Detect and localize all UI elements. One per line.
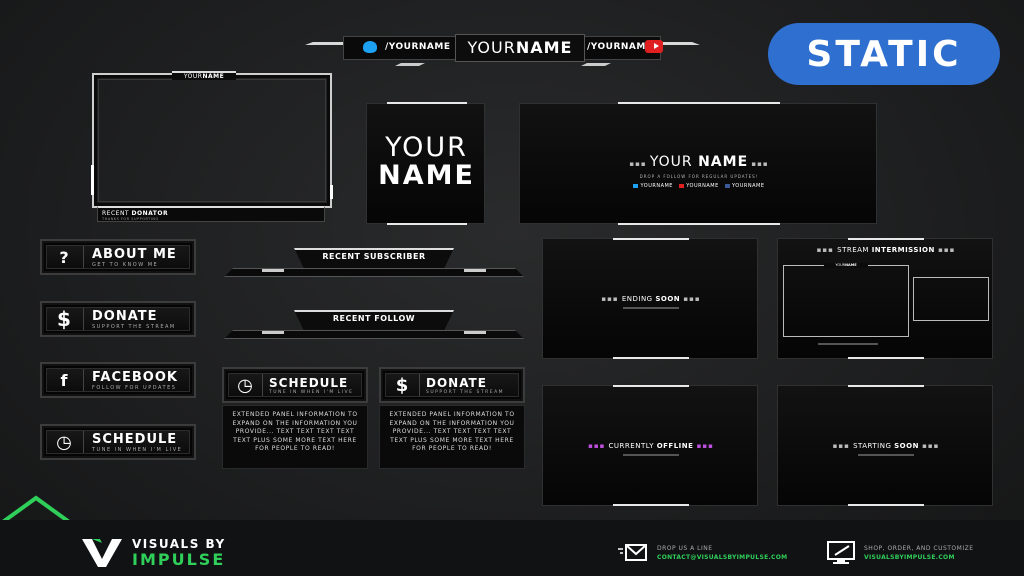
panel-title: DONATE <box>426 375 487 390</box>
recent-donator-sub: THANKS FOR SUPPORTING <box>102 217 159 221</box>
panel-title: SCHEDULE <box>92 431 178 447</box>
alert-label: RECENT SUBSCRIBER <box>322 252 426 261</box>
scene-ending-soon: ▪▪▪ ENDING SOON ▪▪▪ <box>542 238 758 359</box>
top-left-handle: /YOURNAME <box>385 42 451 52</box>
recent-donator-bold: DONATOR <box>131 210 169 217</box>
webcam-name-tab: YOURNAME <box>172 71 236 80</box>
banner-social-facebook: YOURNAME <box>732 183 765 189</box>
alert-recent-subscriber: RECENT SUBSCRIBER <box>224 248 524 282</box>
scene-starting-light: STARTING <box>853 442 892 450</box>
facebook-icon: f <box>60 370 68 390</box>
static-badge-label: STATIC <box>806 33 962 75</box>
chevron-deco <box>581 63 611 66</box>
alert-label: RECENT FOLLOW <box>332 314 416 323</box>
recent-donator-light: RECENT <box>102 210 130 217</box>
socials-line-deco <box>623 454 679 456</box>
panel-subtitle: SUPPORT THE STREAM <box>426 389 505 395</box>
impulse-logo-icon <box>82 539 122 567</box>
recent-donator-bar: RECENT DONATOR THANKS FOR SUPPORTING <box>97 206 325 222</box>
dots-deco: ▪▪▪ <box>629 160 650 168</box>
scene-intermission: ▪▪▪ STREAM INTERMISSION ▪▪▪ YOURNAME <box>777 238 993 359</box>
webcam-name-bold: NAME <box>202 73 225 80</box>
intermission-cam-light: YOUR <box>835 263 846 267</box>
panel-donate: $ DONATE SUPPORT THE STREAM <box>40 301 196 337</box>
brand-text: VISUALS BY IMPULSE <box>132 538 226 569</box>
contact-value[interactable]: CONTACT@VISUALSBYIMPULSE.COM <box>657 554 787 561</box>
panel-title: SCHEDULE <box>269 375 349 390</box>
extended-panel-schedule: ◷ SCHEDULE TUNE IN WHEN I'M LIVE EXTENDE… <box>222 367 368 469</box>
scene-intermission-light: STREAM <box>837 246 869 254</box>
banner-social-twitter: YOURNAME <box>640 183 673 189</box>
scene-offline-bold: OFFLINE <box>656 442 694 450</box>
panel-title: ABOUT ME <box>92 246 177 262</box>
banner-scene: ▪▪▪ YOUR NAME ▪▪▪ DROP A FOLLOW FOR REGU… <box>519 102 877 225</box>
scene-intermission-bold: INTERMISSION <box>871 246 935 254</box>
scene-starting-bold: SOON <box>894 442 919 450</box>
mail-icon <box>618 543 648 563</box>
panel-schedule: ◷ SCHEDULE TUNE IN WHEN I'M LIVE <box>40 424 196 460</box>
brand-logo <box>82 537 122 567</box>
scene-offline-light: CURRENTLY <box>608 442 654 450</box>
socials-line-deco <box>623 307 679 309</box>
scene-ending-bold: SOON <box>655 295 681 303</box>
scene-ending-light: ENDING <box>621 295 653 303</box>
youtube-play-icon <box>654 43 659 49</box>
top-right-handle: /YOURNAME <box>587 42 653 52</box>
panel-subtitle: FOLLOW FOR UPDATES <box>92 384 177 391</box>
intermission-side-cam <box>913 277 989 321</box>
alert-recent-follow: RECENT FOLLOW <box>224 310 524 344</box>
panel-title: DONATE <box>92 308 158 324</box>
top-name-bold: NAME <box>515 38 573 57</box>
panel-facebook: f FACEBOOK FOLLOW FOR UPDATES <box>40 362 196 398</box>
extended-panel-donate: $ DONATE SUPPORT THE STREAM EXTENDED PAN… <box>379 367 525 469</box>
top-name-bar: /YOURNAME YOURNAME /YOURNAME <box>305 34 700 74</box>
dollar-icon: $ <box>395 374 409 396</box>
banner-name-light: YOUR <box>649 154 693 170</box>
contact-label: DROP US A LINE <box>657 545 713 552</box>
twitter-icon <box>363 41 377 53</box>
shop-label: SHOP, ORDER, AND CUSTOMIZE <box>864 545 974 552</box>
dots-deco: ▪▪▪ <box>748 160 769 168</box>
name-card-line2: NAME <box>378 160 475 191</box>
intermission-cam-bold: NAME <box>845 263 857 267</box>
panel-title: FACEBOOK <box>92 369 178 385</box>
socials-line-deco <box>818 343 878 345</box>
extended-panel-body: EXTENDED PANEL INFORMATION TO EXPAND ON … <box>232 411 358 453</box>
panel-about-me: ? ABOUT ME GET TO KNOW ME <box>40 239 196 275</box>
clock-icon: ◷ <box>56 431 72 453</box>
facebook-icon <box>725 183 731 188</box>
panel-subtitle: GET TO KNOW ME <box>92 261 159 268</box>
webcam-name-light: YOUR <box>183 73 203 80</box>
banner-name-bold: NAME <box>698 154 749 170</box>
webcam-frame <box>91 73 333 208</box>
shop-value[interactable]: VISUALSBYIMPULSE.COM <box>864 554 974 561</box>
name-card-line1: YOUR <box>385 132 468 163</box>
banner-tagline: DROP A FOLLOW FOR REGULAR UPDATES! <box>639 174 759 179</box>
question-icon: ? <box>59 247 69 267</box>
extended-panel-body: EXTENDED PANEL INFORMATION TO EXPAND ON … <box>389 411 515 453</box>
brand-line2: IMPULSE <box>132 550 226 569</box>
banner-social-youtube: YOURNAME <box>686 183 719 189</box>
intermission-main-cam <box>783 265 909 337</box>
youtube-icon <box>679 183 685 188</box>
clock-icon: ◷ <box>237 374 253 396</box>
name-card: YOUR NAME <box>366 102 485 225</box>
dollar-icon: $ <box>57 307 71 331</box>
socials-line-deco <box>858 454 914 456</box>
panel-subtitle: TUNE IN WHEN I'M LIVE <box>269 389 354 395</box>
panel-subtitle: SUPPORT THE STREAM <box>92 323 176 330</box>
monitor-icon <box>827 540 857 566</box>
chevron-deco <box>395 63 425 66</box>
top-name-light: YOUR <box>467 38 516 57</box>
twitter-icon <box>633 183 639 188</box>
panel-subtitle: TUNE IN WHEN I'M LIVE <box>92 446 183 453</box>
static-badge: STATIC <box>768 23 1000 85</box>
